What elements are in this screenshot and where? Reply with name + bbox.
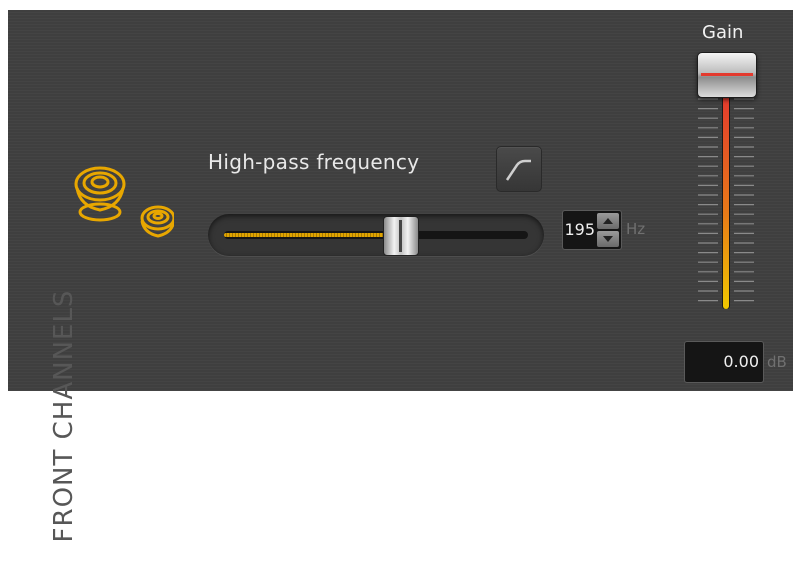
slider-thumb[interactable] xyxy=(383,216,420,256)
high-pass-curve-icon xyxy=(505,159,531,181)
high-pass-label: High-pass frequency xyxy=(208,150,420,174)
gain-unit: dB xyxy=(767,353,787,371)
filter-type-button[interactable] xyxy=(496,146,542,192)
slider-groove xyxy=(224,231,528,239)
chevron-up-icon[interactable] xyxy=(597,213,619,229)
high-pass-slider[interactable] xyxy=(208,214,544,256)
panel-title: FRONT CHANNELS xyxy=(49,289,79,543)
frequency-unit: Hz xyxy=(626,220,646,238)
speakers-icon xyxy=(74,166,174,238)
gain-fader-handle[interactable] xyxy=(697,52,757,98)
frequency-value[interactable]: 195 xyxy=(564,211,595,249)
gain-label: Gain xyxy=(702,22,744,43)
gain-value-field[interactable]: 0.00 xyxy=(684,341,764,383)
chevron-down-icon[interactable] xyxy=(597,231,619,247)
slider-fill xyxy=(224,233,401,237)
gain-meter xyxy=(698,95,754,309)
gain-value[interactable]: 0.00 xyxy=(723,342,759,382)
frequency-stepper[interactable]: 195 xyxy=(562,210,622,250)
gain-meter-bar xyxy=(723,95,729,309)
